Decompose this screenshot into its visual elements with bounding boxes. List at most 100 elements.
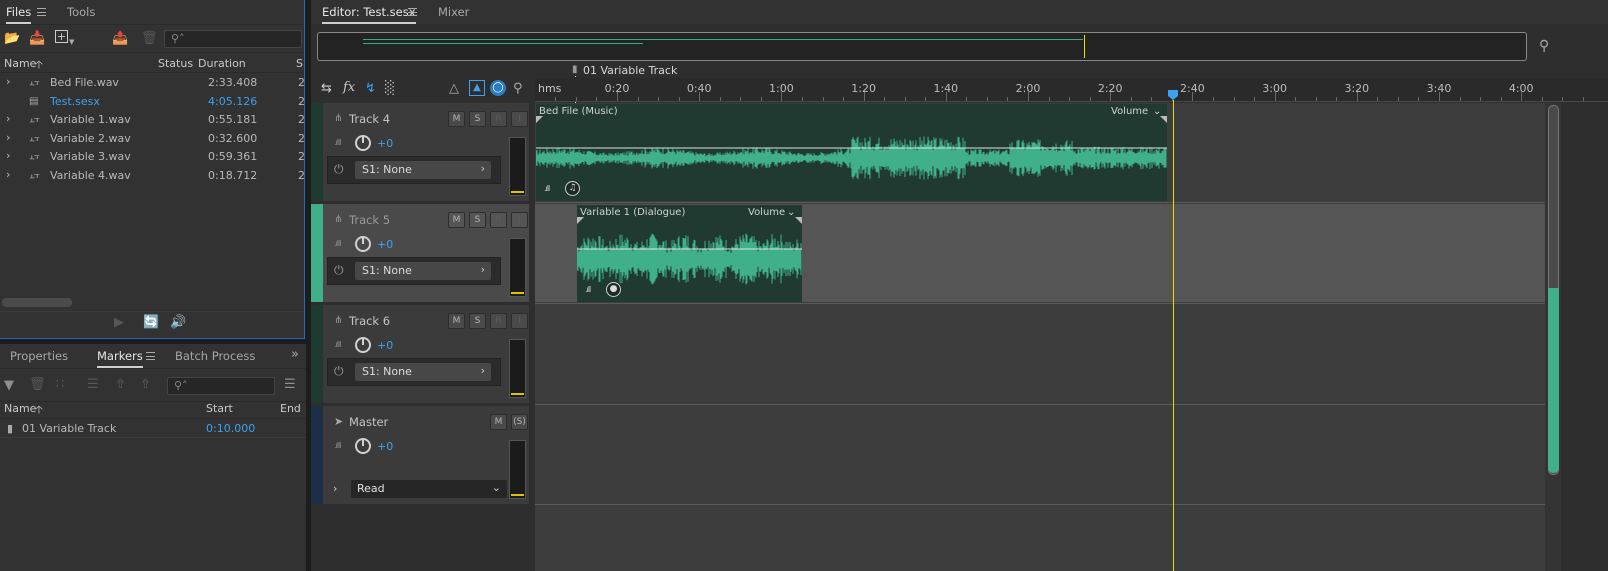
track-header-4[interactable]: ⋔ Track 4 M S R I .ılll +0 ⏻ S1: None ›: [311, 103, 529, 201]
overview-navigator[interactable]: [317, 32, 1527, 61]
fade-handle-icon[interactable]: [536, 116, 543, 123]
filter-icon[interactable]: ☰: [284, 377, 296, 393]
expand-chevron-icon[interactable]: ›: [6, 131, 10, 144]
clip-bed-file[interactable]: Bed File (Music) Volume ⌄ .ıll ♫: [536, 104, 1167, 201]
volume-knob-6[interactable]: [355, 337, 371, 353]
power-icon[interactable]: ⏻: [334, 364, 344, 379]
add-marker-icon[interactable]: ▼: [4, 378, 14, 394]
tab-editor[interactable]: Editor: Test.sesx: [322, 5, 416, 24]
track-header-5[interactable]: ⋔ Track 5 M S R I .ılll +0 ⏻ S1: None ›: [311, 204, 529, 302]
send-field[interactable]: S1: None ›: [355, 161, 491, 179]
track-name-master[interactable]: Master: [349, 415, 388, 429]
file-row[interactable]: › ⫠⫟ Variable 2.wav 0:32.600 2: [0, 130, 305, 148]
track-name-5[interactable]: Track 5: [349, 213, 390, 227]
pin-icon[interactable]: ⚲: [513, 81, 523, 97]
track-header-6[interactable]: ⋔ Track 6 M S R I .ılll +0 ⏻ S1: None ›: [311, 305, 529, 403]
automation-expand-icon[interactable]: ›: [333, 482, 337, 495]
markers-search-input[interactable]: ⚲˄: [167, 377, 275, 395]
tab-batch-process[interactable]: Batch Process: [175, 349, 255, 363]
expand-chevron-icon[interactable]: ›: [6, 168, 10, 181]
clip-envelope-label[interactable]: Volume: [1111, 106, 1148, 117]
expand-chevron-icon[interactable]: ›: [6, 149, 10, 162]
track-name-6[interactable]: Track 6: [349, 314, 390, 328]
power-icon[interactable]: ⏻: [334, 263, 344, 278]
input-button-5[interactable]: I: [511, 212, 528, 228]
tab-markers[interactable]: Markers: [97, 349, 143, 368]
track-header-master[interactable]: ➤ Master M (S) .ılll +0 › Read ⌄: [311, 406, 529, 504]
volume-value-5[interactable]: +0: [377, 238, 393, 251]
tab-files[interactable]: Files: [6, 5, 32, 24]
time-ruler[interactable]: hms 0:20 0:40 1:00 1:20 1:40 2:00 2:20 2:40 3:00…: [535, 78, 1608, 102]
overflow-chevron-icon[interactable]: »: [291, 347, 299, 362]
volume-knob-5[interactable]: [355, 236, 371, 252]
send-field[interactable]: S1: None ›: [355, 363, 491, 381]
new-file-icon[interactable]: +: [55, 30, 68, 43]
col-status[interactable]: Status: [158, 57, 193, 70]
tab-properties[interactable]: Properties: [10, 349, 68, 363]
expand-chevron-icon[interactable]: ›: [6, 112, 10, 125]
solo-button-4[interactable]: S: [469, 111, 486, 127]
new-dropdown-icon[interactable]: ▼: [69, 34, 74, 50]
solo-button-master[interactable]: (S): [511, 414, 528, 430]
open-file-icon[interactable]: 📂: [4, 31, 20, 47]
track-skip-icon[interactable]: ▲: [469, 80, 485, 96]
volume-knob-master[interactable]: [355, 438, 371, 454]
arm-button-5[interactable]: R: [490, 212, 507, 228]
input-button-4[interactable]: I: [511, 111, 528, 127]
files-search-input[interactable]: ⚲˄: [164, 30, 302, 48]
files-hscrollbar[interactable]: [2, 298, 72, 307]
send-field[interactable]: S1: None ›: [355, 262, 491, 280]
mute-button-5[interactable]: M: [448, 212, 465, 228]
clip-envelope-label[interactable]: Volume: [748, 207, 785, 218]
track-name-4[interactable]: Track 4: [349, 112, 390, 126]
col-name[interactable]: Name: [4, 57, 36, 70]
fx-rack-icon[interactable]: fx: [343, 80, 355, 96]
marker-col-end[interactable]: End: [280, 402, 301, 415]
import-file-icon[interactable]: 📥: [29, 31, 45, 47]
volume-value-master[interactable]: +0: [377, 440, 393, 453]
clip-variable-1[interactable]: Variable 1 (Dialogue) Volume ⌄ .ıll ●: [577, 205, 802, 302]
file-row[interactable]: ▤ Test.sesx 4:05.126 2: [0, 93, 305, 111]
col-extra[interactable]: S: [296, 57, 303, 70]
file-row[interactable]: › ⫠⫟ Variable 3.wav 0:59.361 2: [0, 148, 305, 166]
volume-value-4[interactable]: +0: [377, 137, 393, 150]
speaker-icon[interactable]: 🔊: [170, 315, 186, 331]
fade-handle-icon[interactable]: [1160, 116, 1167, 123]
fade-handle-icon[interactable]: [795, 217, 802, 224]
send-icon[interactable]: ↯: [365, 81, 376, 97]
marker-col-start[interactable]: Start: [206, 402, 233, 415]
arm-button-6[interactable]: R: [490, 313, 507, 329]
solo-button-5[interactable]: S: [469, 212, 486, 228]
volume-knob-4[interactable]: [355, 135, 371, 151]
markers-menu-icon[interactable]: [146, 352, 155, 360]
zoom-out-full-icon[interactable]: ⚲: [1539, 38, 1549, 54]
marker-start[interactable]: 0:10.000: [206, 422, 255, 435]
fade-handle-icon[interactable]: [577, 217, 584, 224]
switch-multitrack-icon[interactable]: ⇆: [321, 81, 332, 97]
solo-button-6[interactable]: S: [469, 313, 486, 329]
mute-button-master[interactable]: M: [490, 414, 507, 430]
vertical-scrollbar-track[interactable]: [1545, 103, 1561, 571]
monitor-icon[interactable]: ◯: [490, 80, 506, 96]
file-row[interactable]: › ⫠⫟ Variable 1.wav 0:55.181 2: [0, 111, 305, 129]
send-selector-4[interactable]: ⏻ S1: None ›: [327, 156, 501, 184]
eq-icon[interactable]: ░: [385, 81, 395, 97]
send-selector-6[interactable]: ⏻ S1: None ›: [327, 358, 501, 386]
power-icon[interactable]: ⏻: [334, 162, 344, 177]
file-row[interactable]: › ⫠⫟ Bed File.wav 2:33.408 2: [0, 74, 305, 92]
ruler-unit[interactable]: hms: [538, 82, 561, 95]
tab-mixer[interactable]: Mixer: [438, 5, 469, 19]
editor-menu-icon[interactable]: [408, 8, 417, 16]
metronome-icon[interactable]: △: [449, 81, 459, 97]
arm-button-4[interactable]: R: [490, 111, 507, 127]
autoplay-icon[interactable]: 🔄: [143, 315, 159, 331]
expand-chevron-icon[interactable]: ›: [6, 75, 10, 88]
col-duration[interactable]: Duration: [198, 57, 246, 70]
files-menu-icon[interactable]: [37, 8, 46, 16]
marker-col-name[interactable]: Name: [4, 402, 36, 415]
send-selector-5[interactable]: ⏻ S1: None ›: [327, 257, 501, 285]
automation-mode-select[interactable]: Read ⌄: [351, 480, 507, 498]
file-row[interactable]: › ⫠⫟ Variable 4.wav 0:18.712 2: [0, 167, 305, 185]
editor-marker-label[interactable]: 01 Variable Track: [583, 64, 677, 77]
mute-button-4[interactable]: M: [448, 111, 465, 127]
